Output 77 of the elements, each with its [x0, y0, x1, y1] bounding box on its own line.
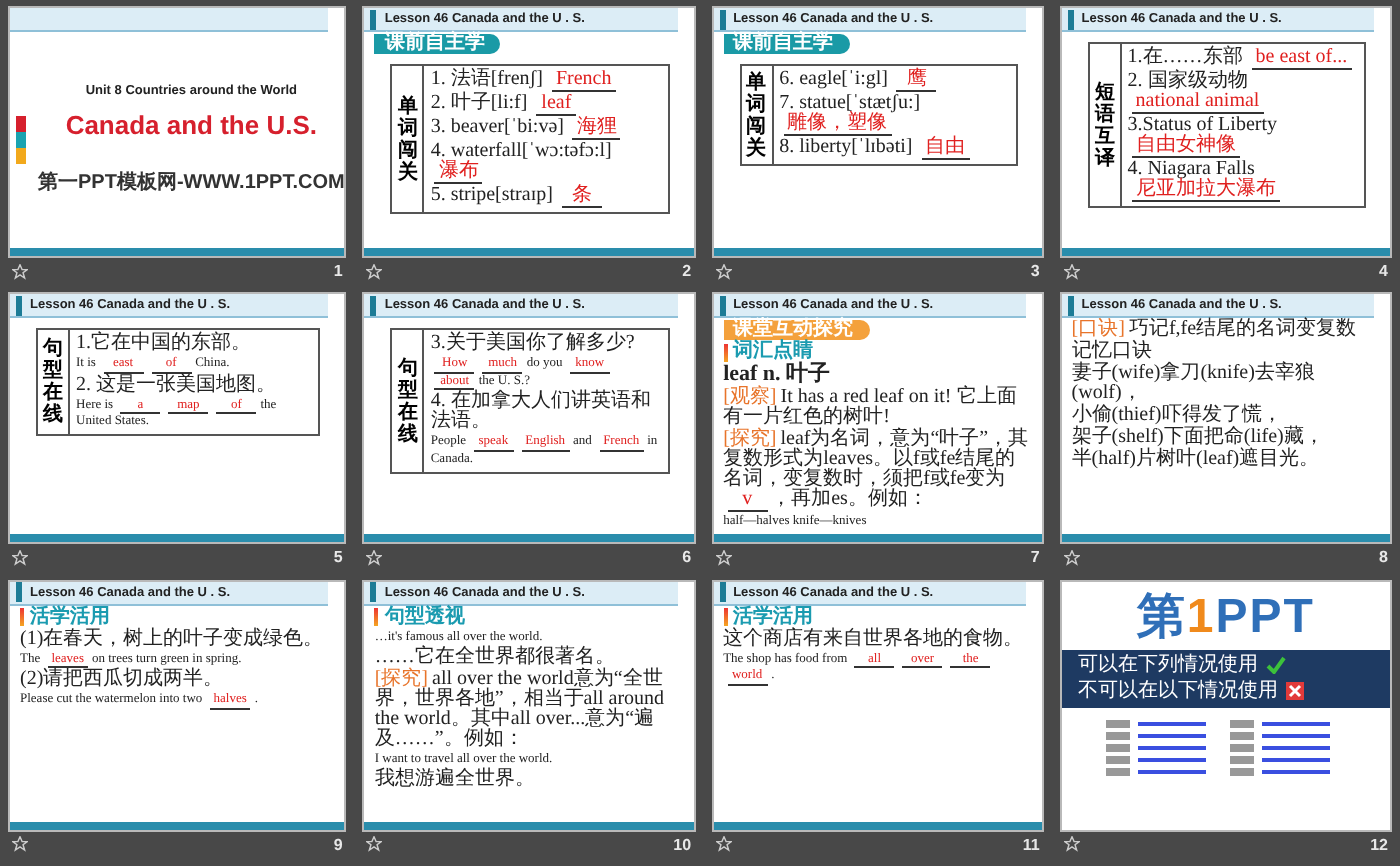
star-icon: [366, 549, 383, 566]
slide-number: 2: [682, 262, 692, 280]
star-icon: [1063, 263, 1080, 279]
star-icon: [715, 263, 732, 279]
sentence-text: 1.它在中国的东部。: [76, 334, 253, 355]
section-heading: 活学活用: [733, 607, 814, 628]
sentence-text: (1)在春天，树上的叶子变成绿色。: [20, 629, 326, 650]
sentence-text: (2)请把西瓜切成两半。: [20, 670, 226, 691]
sentence-text: 7. statue[ˈstætʃu:] 雕像，塑像: [779, 94, 923, 136]
marker-icon: [723, 608, 728, 627]
sentence-text: [口诀] 巧记f,fe结尾的名词变复数: [1071, 320, 1359, 341]
sentence-text: 2. 这是一张美国地图。: [76, 375, 278, 396]
sentence-text: 8. liberty[ˈlɪbəti] 自由: [779, 138, 972, 160]
band-heading: 可以在下列情况使用: [1077, 653, 1258, 678]
sentence-text: 半(half)片树叶(leaf)遮目光。: [1071, 450, 1322, 471]
sentence-text: 4. waterfall[ˈwɔ:təfɔ:l] 瀑布: [430, 142, 614, 184]
slide-number: 7: [1030, 548, 1040, 567]
sentence-text: 妻子(wife)拿刀(knife)去宰狼(wolf)，: [1071, 364, 1317, 405]
logo-text: 第1PPT: [1136, 593, 1315, 642]
slide-title: Canada and the U.S.: [65, 110, 318, 140]
sentence-text: 3.关于美国你了解多少?: [430, 334, 637, 355]
star-icon: [366, 263, 383, 279]
marker-icon: [374, 608, 379, 627]
section-heading: 句型透视: [384, 607, 465, 628]
word-title: leaf n. 叶子: [723, 364, 833, 387]
sentence-text: [探究] leaf为名词，意为“叶子”，其复数形式为leaves。以f或fe结尾的名词，变复数时，须把f或fe变为 v ，再加es。例如：: [723, 430, 1031, 513]
sentence-text: 小偷(thief)吓得发了慌，: [1071, 406, 1282, 427]
slide-thumbnail[interactable]: 第1PPT 可以在下列情况使用 不可以在以下情况使用: [1059, 579, 1392, 832]
cross-icon: [1285, 682, 1304, 701]
sentence-text: 1. 法语[frenʃ] French: [430, 70, 618, 92]
slide-number: 12: [1370, 835, 1388, 854]
sentence-text: 记忆口诀: [1071, 342, 1154, 363]
sentence-text: ……它在全世界都很著名。: [374, 647, 617, 668]
sentence-text: 5. stripe[straɪp] 条: [430, 186, 662, 208]
sentence-text: 6. eagle[ˈi:gl] 鹰: [779, 70, 1010, 92]
slide-number: 9: [333, 835, 343, 854]
sentence-text: 我想游遍全世界。: [374, 769, 537, 790]
slide-number: 11: [1022, 835, 1040, 854]
band-heading: 不可以在以下情况使用: [1077, 679, 1278, 704]
side-label: 单词闯关: [741, 66, 774, 164]
star-icon: [715, 549, 732, 566]
sentence-text: 1.在……东部 be east of...: [1127, 48, 1354, 70]
slide-number: 8: [1379, 548, 1388, 567]
section-heading: 词汇点睛: [733, 342, 814, 363]
side-label: 短语互译: [1089, 44, 1122, 206]
star-icon: [12, 836, 28, 853]
slide-thumbnail[interactable]: [362, 579, 696, 832]
slide-number: 3: [1030, 262, 1040, 280]
slide-number: 1: [333, 262, 343, 280]
sentence-text: 3.Status of Liberty 自由女神像: [1127, 116, 1279, 158]
side-label: 句型在线: [38, 330, 70, 435]
star-icon: [12, 263, 28, 279]
slide-number: 10: [673, 835, 692, 854]
slide-number: 4: [1379, 262, 1388, 280]
sentence-text: 2. 叶子[li:f] leaf: [430, 94, 662, 116]
sentence-text: [观察] It has a red leaf on it! 它上面有一片红色的树叶!: [723, 388, 1017, 429]
side-label: 句型在线: [392, 330, 425, 472]
sentence-text: 2. 国家级动物 national animal: [1127, 72, 1266, 114]
sentence-text: 架子(shelf)下面把命(life)藏，: [1071, 428, 1326, 449]
check-icon: [1265, 656, 1286, 675]
star-icon: [1063, 836, 1080, 853]
slide-number: 5: [333, 548, 343, 567]
star-icon: [715, 836, 732, 853]
slide-number: 6: [682, 548, 692, 567]
sentence-text: [探究] all over the world意为“全世界，世界各地”，相当于all around the world。其中all over...意为“遍及……”。例如：: [374, 669, 667, 750]
section-heading: 活学活用: [30, 607, 110, 628]
star-icon: [1063, 549, 1080, 566]
star-icon: [12, 549, 28, 566]
sentence-text: 3. beaver[ˈbi:və] 海狸: [430, 118, 623, 140]
marker-icon: [723, 343, 728, 362]
sentence-text: 4. 在加拿大人们讲英语和法语。: [430, 392, 653, 433]
side-label: 单词闯关: [392, 66, 425, 212]
sentence-text: 4. Niagara Falls 尼亚加拉大瀑布: [1127, 160, 1282, 202]
sentence-text: 这个商店有来自世界各地的食物。: [723, 629, 1026, 650]
star-icon: [366, 836, 383, 853]
site-text: 第一PPT模板网-WWW.1PPT.COM: [38, 169, 345, 196]
marker-icon: [20, 608, 24, 627]
